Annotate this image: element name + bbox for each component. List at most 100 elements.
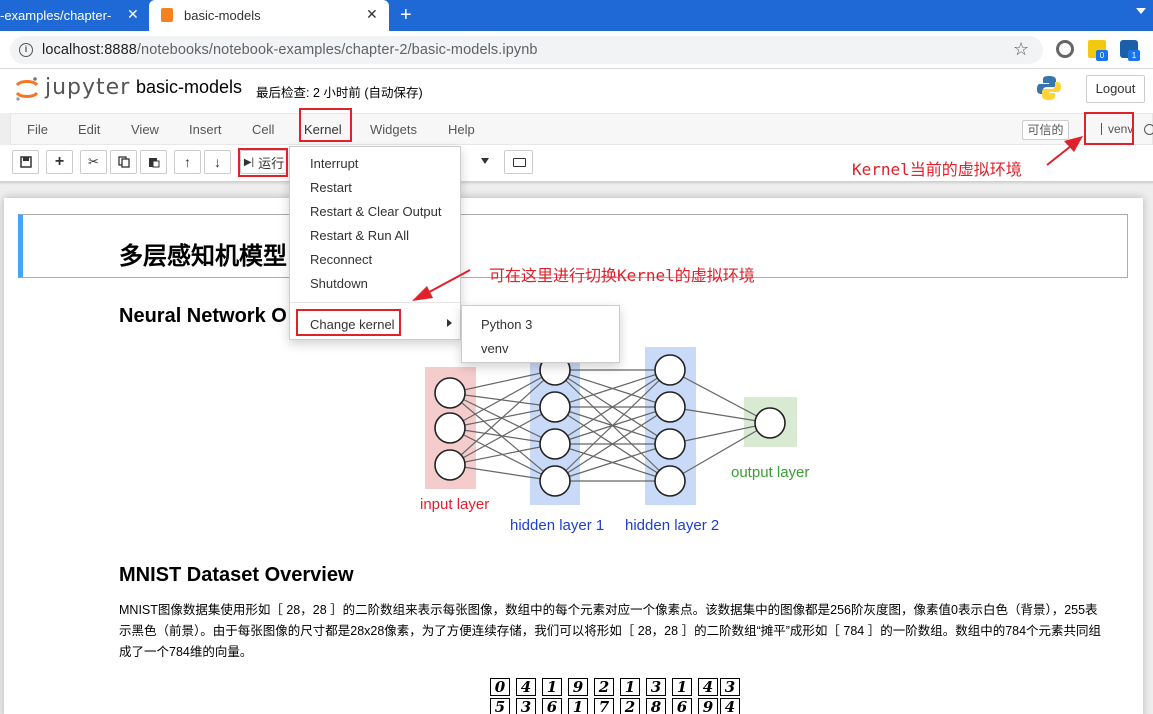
mnist-digit: 3 <box>516 698 536 714</box>
output-layer-label: output layer <box>731 464 809 481</box>
mnist-digit: 1 <box>620 678 640 696</box>
mnist-digit: 1 <box>542 678 562 696</box>
menu-widgets[interactable]: Widgets <box>370 122 417 137</box>
change-kernel-submenu: Python 3 venv <box>461 305 620 363</box>
jupyter-logo-icon[interactable] <box>14 76 40 102</box>
bookmark-star-icon[interactable]: ☆ <box>1013 39 1029 60</box>
kernel-menu-restart[interactable]: Restart <box>310 180 352 195</box>
mnist-digit: 4 <box>516 678 536 696</box>
kernel-menu-interrupt[interactable]: Interrupt <box>310 156 358 171</box>
cell-type-dropdown-caret-icon[interactable] <box>481 158 489 164</box>
paste-icon <box>148 158 159 168</box>
mnist-digit: 0 <box>490 678 510 696</box>
jupyter-favicon-icon <box>161 8 173 22</box>
copy-button[interactable] <box>110 150 137 174</box>
menu-divider <box>290 302 460 303</box>
kernel-menu-shutdown[interactable]: Shutdown <box>310 276 368 291</box>
menu-file[interactable]: File <box>27 122 48 137</box>
hidden-layer-2-label: hidden layer 2 <box>625 517 719 534</box>
mnist-digit: 6 <box>672 698 692 714</box>
move-down-button[interactable]: ↓ <box>204 150 231 174</box>
command-palette-keyboard-button[interactable] <box>504 150 533 174</box>
kernel-menu-restart-run-all[interactable]: Restart & Run All <box>310 228 409 243</box>
menu-help[interactable]: Help <box>448 122 475 137</box>
annotation-kernel-env: Kernel当前的虚拟环境 <box>852 160 1022 179</box>
nn-edges <box>449 369 771 482</box>
kernel-option-python3[interactable]: Python 3 <box>481 317 532 332</box>
kernel-menu-restart-clear-output[interactable]: Restart & Clear Output <box>310 204 442 219</box>
mnist-digit: 8 <box>646 698 666 714</box>
kernel-menu-reconnect[interactable]: Reconnect <box>310 252 372 267</box>
mnist-digit: 3 <box>646 678 666 696</box>
cell-heading-h1: 多层感知机模型 <box>119 243 287 270</box>
mnist-digit: 2 <box>594 678 614 696</box>
mnist-digit: 4 <box>698 678 718 696</box>
menu-insert[interactable]: Insert <box>189 122 222 137</box>
cut-button[interactable]: ✂ <box>80 150 107 174</box>
window-menu-caret-icon[interactable] <box>1136 8 1146 14</box>
browser-tab-strip: -examples/chapter- ✕ basic-models ✕ + <box>0 0 1153 31</box>
save-icon <box>19 156 32 168</box>
browser-toolbar: i localhost:8888/notebooks/notebook-exam… <box>0 31 1153 69</box>
tab-close-icon[interactable]: ✕ <box>366 6 378 23</box>
annotation-box-change-kernel <box>296 309 401 336</box>
paste-button[interactable] <box>140 150 167 174</box>
kernel-option-venv[interactable]: venv <box>481 341 508 356</box>
mnist-digit: 4 <box>720 698 740 714</box>
mnist-description: MNIST图像数据集使用形如［ 28，28 ］的二阶数组来表示每张图像，数组中的… <box>119 603 1102 659</box>
url-text[interactable]: localhost:8888/notebooks/notebook-exampl… <box>42 42 538 58</box>
extension-app-icon[interactable]: 1 <box>1120 40 1140 61</box>
extension-badge: 1 <box>1128 50 1140 61</box>
trusted-badge[interactable]: 可信的 <box>1022 120 1069 140</box>
address-bar[interactable]: i localhost:8888/notebooks/notebook-exam… <box>10 36 1043 64</box>
arrow-down-icon: ↓ <box>214 154 221 170</box>
extension-circle-icon[interactable] <box>1056 40 1074 58</box>
mnist-digit: 9 <box>568 678 588 696</box>
copy-icon <box>117 156 130 168</box>
new-tab-button[interactable]: + <box>400 3 412 27</box>
python-logo-icon <box>1037 76 1061 100</box>
notebook-name[interactable]: basic-models <box>136 77 242 98</box>
browser-tab-basic-models[interactable]: basic-models ✕ <box>149 0 389 31</box>
browser-tab-chapter[interactable]: -examples/chapter- ✕ <box>0 0 147 31</box>
save-button[interactable] <box>12 150 39 174</box>
arrow-up-icon: ↑ <box>184 154 191 170</box>
jupyter-logo-text[interactable]: jupyter <box>45 75 130 100</box>
header-shadow <box>0 181 1153 185</box>
annotation-box-kernel-menu <box>299 108 352 142</box>
tab-title: basic-models <box>184 8 261 23</box>
submenu-caret-icon <box>447 319 452 327</box>
checkpoint-status: 最后检查: 2 小时前 (自动保存) <box>256 86 423 100</box>
extension-folder-icon[interactable]: 0 <box>1088 40 1108 61</box>
mnist-digit: 1 <box>568 698 588 714</box>
menu-edit[interactable]: Edit <box>78 122 100 137</box>
mnist-digit: 9 <box>698 698 718 714</box>
insert-cell-button[interactable]: + <box>46 150 73 174</box>
logout-button[interactable]: Logout <box>1086 75 1145 103</box>
annotation-box-kernel-name <box>1084 112 1134 145</box>
menu-view[interactable]: View <box>131 122 159 137</box>
extension-badge: 0 <box>1096 50 1108 61</box>
mnist-digit: 1 <box>672 678 692 696</box>
annotation-box-run <box>238 148 288 177</box>
menu-cell[interactable]: Cell <box>252 122 274 137</box>
kernel-status-icon <box>1144 124 1153 135</box>
move-up-button[interactable]: ↑ <box>174 150 201 174</box>
mnist-digit: 5 <box>490 698 510 714</box>
mnist-digit: 3 <box>720 678 740 696</box>
annotation-switch-kernel: 可在这里进行切换Kernel的虚拟环境 <box>489 266 755 285</box>
mnist-sample-image: 0 4 1 9 2 1 3 1 4 3 5 3 6 1 7 2 8 6 9 4 <box>490 676 740 714</box>
neural-network-figure: input layer hidden layer 1 hidden layer … <box>420 347 809 534</box>
jupyter-menubar: File Edit View Insert Cell Kernel Widget… <box>10 113 1153 145</box>
cell-heading-mnist: MNIST Dataset Overview <box>119 564 354 586</box>
mnist-digit: 7 <box>594 698 614 714</box>
tab-close-icon[interactable]: ✕ <box>127 6 139 23</box>
cell-heading-nn: Neural Network O <box>119 305 287 327</box>
site-info-icon[interactable]: i <box>19 43 33 57</box>
mnist-digit: 2 <box>620 698 640 714</box>
scissors-icon: ✂ <box>88 154 99 169</box>
input-layer-label: input layer <box>420 496 489 513</box>
plus-icon: + <box>54 153 65 170</box>
tab-title: -examples/chapter- <box>0 8 112 23</box>
mnist-digit: 6 <box>542 698 562 714</box>
